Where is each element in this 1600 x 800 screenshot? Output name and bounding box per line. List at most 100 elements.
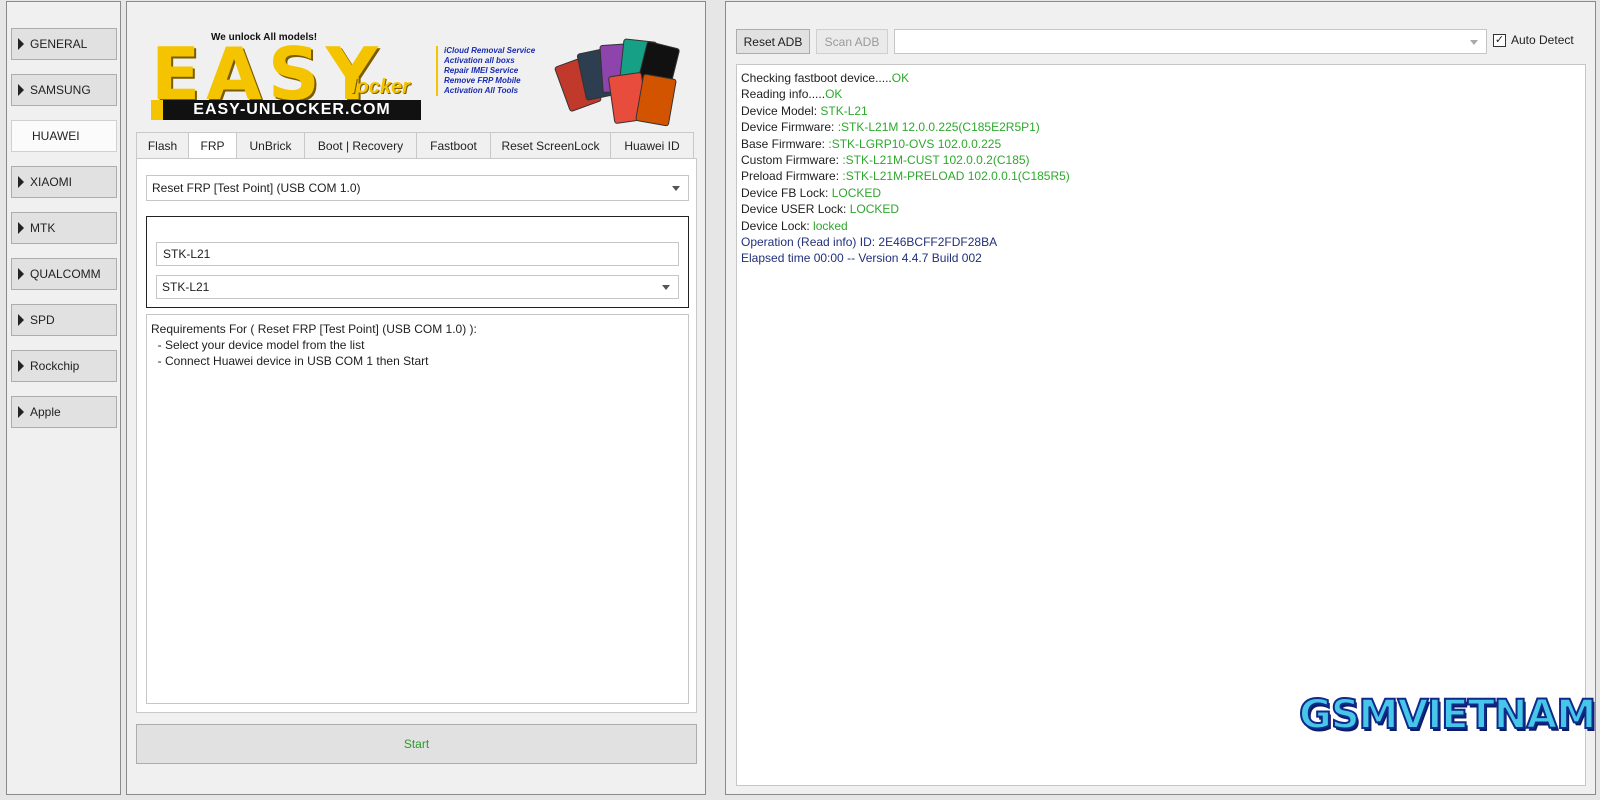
sidebar-item-label: MTK	[30, 221, 56, 235]
sidebar-item-general[interactable]: GENERAL	[11, 28, 117, 60]
model-search-value: STK-L21	[163, 247, 211, 261]
log-line: Custom Firmware: :STK-L21M-CUST 102.0.0.…	[741, 152, 1581, 168]
log-line: Device Firmware: :STK-L21M 12.0.0.225(C1…	[741, 119, 1581, 135]
sidebar-item-xiaomi[interactable]: XIAOMI	[11, 166, 117, 198]
requirements-item: - Connect Huawei device in USB COM 1 the…	[151, 354, 429, 368]
gsmvietnam-watermark: GSMVIETNAM	[1298, 691, 1597, 739]
adb-device-select[interactable]	[894, 29, 1487, 54]
requirements-textbox[interactable]: Requirements For ( Reset FRP [Test Point…	[146, 314, 689, 704]
sidebar-item-label: QUALCOMM	[30, 267, 101, 281]
requirements-item: - Select your device model from the list	[151, 338, 365, 352]
sidebar-item-label: SAMSUNG	[30, 83, 91, 97]
card-graphic	[635, 73, 677, 127]
sidebar-item-qualcomm[interactable]: QUALCOMM	[11, 258, 117, 290]
log-value: OK	[825, 87, 843, 102]
requirements-title: Requirements For ( Reset FRP [Test Point…	[151, 322, 477, 336]
sidebar-item-mtk[interactable]: MTK	[11, 212, 117, 244]
frp-operation-value: Reset FRP [Test Point] (USB COM 1.0)	[152, 181, 361, 195]
log-line: Preload Firmware: :STK-L21M-PRELOAD 102.…	[741, 168, 1581, 184]
model-group-box: STK-L21 STK-L21	[146, 216, 689, 308]
sidebar-item-spd[interactable]: SPD	[11, 304, 117, 336]
log-value: :STK-LGRP10-OVS 102.0.0.225	[828, 136, 1002, 151]
sidebar-item-label: XIAOMI	[30, 175, 73, 189]
tab-fastboot[interactable]: Fastboot	[416, 132, 490, 159]
logo-service-item: Activation All Tools	[444, 86, 519, 95]
log-label: Device Lock:	[741, 218, 814, 233]
log-label: Device Firmware:	[741, 120, 838, 135]
log-label: Preload Firmware:	[741, 169, 843, 184]
sidebar-item-label: Apple	[30, 405, 61, 419]
log-value: :STK-L21M-CUST 102.0.0.2(C185)	[842, 153, 1030, 168]
log-line: Device FB Lock: LOCKED	[741, 185, 1581, 201]
checkmark-icon[interactable]: ✓	[1493, 33, 1506, 47]
operation-panel: EASY We unlock All models! locker EASY-U…	[126, 1, 706, 795]
log-line: Checking fastboot device.....OK	[741, 70, 1581, 86]
log-value: STK-L21	[820, 103, 868, 118]
log-line: Base Firmware: :STK-LGRP10-OVS 102.0.0.2…	[741, 136, 1581, 152]
frp-tab-content: Reset FRP [Test Point] (USB COM 1.0) STK…	[136, 158, 697, 713]
log-label: Custom Firmware:	[741, 153, 843, 168]
sidebar-item-label: SPD	[30, 313, 55, 327]
sidebar-item-label: Rockchip	[30, 359, 80, 373]
log-label: Device Model:	[741, 103, 821, 118]
sidebar-item-samsung[interactable]: SAMSUNG	[11, 74, 117, 106]
reset-adb-button[interactable]: Reset ADB	[736, 29, 810, 54]
logo-locker-text: locker	[351, 76, 410, 98]
log-panel: Reset ADB Scan ADB ✓ Auto Detect Checkin…	[725, 1, 1597, 795]
model-search-input[interactable]: STK-L21	[156, 242, 679, 266]
sidebar-item-apple[interactable]: Apple	[11, 396, 117, 428]
log-line: Device Model: STK-L21	[741, 103, 1581, 119]
sidebar-item-label: GENERAL	[30, 37, 88, 51]
log-value: LOCKED	[831, 185, 882, 200]
tab-flash[interactable]: Flash	[136, 132, 188, 159]
log-value: locked	[813, 218, 848, 233]
log-line: Device USER Lock: LOCKED	[741, 201, 1581, 217]
chevron-down-icon	[672, 186, 680, 191]
auto-detect-checkbox[interactable]: ✓ Auto Detect	[1493, 33, 1574, 47]
caret-right-icon	[18, 268, 24, 280]
log-output[interactable]: Checking fastboot device.....OK Reading …	[736, 64, 1586, 786]
device-brand-sidebar: GENERAL SAMSUNG HUAWEI XIAOMI MTK QUALCO…	[6, 1, 121, 795]
frp-operation-select[interactable]: Reset FRP [Test Point] (USB COM 1.0)	[146, 175, 689, 201]
log-line: Device Lock: locked	[741, 218, 1581, 234]
logo-services-list: iCloud Removal Service Activation all bo…	[436, 46, 566, 96]
logo-service-item: Activation all boxs	[444, 56, 515, 65]
log-line: Reading info.....OK	[741, 86, 1581, 102]
chevron-down-icon	[662, 285, 670, 290]
tab-frp[interactable]: FRP	[188, 132, 236, 159]
log-label: Reading info.....	[741, 87, 826, 102]
logo-service-item: Remove FRP Mobile	[444, 76, 521, 85]
log-value: :STK-L21M-PRELOAD 102.0.0.1(C185R5)	[842, 169, 1070, 184]
log-elapsed-time: Elapsed time 00:00 -- Version 4.4.7 Buil…	[741, 251, 982, 266]
log-value: LOCKED	[849, 202, 900, 217]
scan-adb-button[interactable]: Scan ADB	[816, 29, 888, 54]
model-select[interactable]: STK-L21	[156, 275, 679, 299]
logo-tagline: We unlock All models!	[211, 32, 318, 43]
tab-unbrick[interactable]: UnBrick	[236, 132, 304, 159]
operation-tabs: Flash FRP UnBrick Boot | Recovery Fastbo…	[136, 132, 694, 159]
start-button[interactable]: Start	[136, 724, 697, 764]
easy-unlocker-logo: EASY We unlock All models! locker EASY-U…	[151, 28, 681, 127]
tab-boot-recovery[interactable]: Boot | Recovery	[304, 132, 416, 159]
auto-detect-label: Auto Detect	[1511, 33, 1574, 47]
log-label: Checking fastboot device.....	[741, 71, 892, 85]
log-value: :STK-L21M 12.0.0.225(C185E2R5P1)	[837, 120, 1040, 135]
caret-right-icon	[18, 176, 24, 188]
tab-huawei-id[interactable]: Huawei ID	[610, 132, 694, 159]
log-label: Device USER Lock:	[741, 202, 850, 217]
caret-right-icon	[18, 38, 24, 50]
caret-right-icon	[18, 84, 24, 96]
caret-right-icon	[18, 360, 24, 372]
caret-right-icon	[18, 222, 24, 234]
logo-service-item: iCloud Removal Service	[444, 46, 536, 55]
caret-right-icon	[18, 314, 24, 326]
sidebar-item-huawei[interactable]: HUAWEI	[11, 120, 117, 152]
tab-reset-screenlock[interactable]: Reset ScreenLock	[490, 132, 610, 159]
log-operation-id: Operation (Read info) ID: 2E46BCFF2FDF28…	[741, 235, 998, 250]
sidebar-item-rockchip[interactable]: Rockchip	[11, 350, 117, 382]
log-value: OK	[891, 71, 910, 85]
log-label: Device FB Lock:	[741, 185, 832, 200]
logo-activation-cards-image	[551, 30, 686, 127]
sidebar-item-label: HUAWEI	[32, 129, 80, 143]
logo-url-text: EASY-UNLOCKER.COM	[193, 101, 391, 118]
